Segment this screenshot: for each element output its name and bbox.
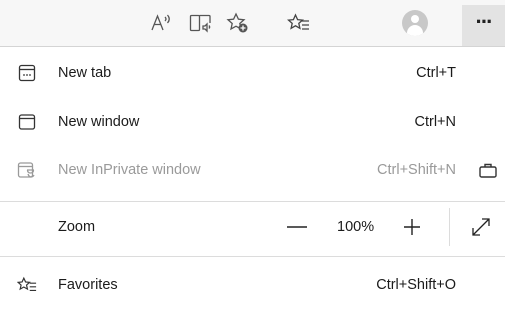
zoom-label: Zoom (58, 219, 96, 235)
menu-item-new-window[interactable]: New window Ctrl+N (0, 102, 505, 142)
immersive-reader-icon (189, 14, 211, 33)
favorites-button[interactable] (281, 5, 317, 41)
add-to-favorites-icon (226, 12, 248, 33)
browser-toolbar: ··· (0, 0, 505, 47)
new-window-icon (17, 112, 37, 132)
settings-menu: New tab Ctrl+T New window Ctrl+N New InP… (0, 47, 505, 309)
favorites-icon (17, 275, 37, 295)
zoom-separator (449, 208, 450, 246)
plus-icon (404, 219, 420, 235)
new-inprivate-window-shortcut: Ctrl+Shift+N (377, 162, 456, 178)
zoom-out-button[interactable] (279, 215, 315, 239)
read-aloud-button[interactable] (144, 5, 180, 41)
new-tab-shortcut: Ctrl+T (416, 65, 456, 81)
profile-button[interactable] (397, 5, 433, 41)
menu-item-new-inprivate-window[interactable]: New InPrivate window Ctrl+Shift+N (0, 150, 505, 190)
menu-divider (0, 201, 505, 202)
menu-divider (0, 256, 505, 257)
immersive-reader-button[interactable] (183, 5, 219, 41)
settings-and-more-button[interactable]: ··· (462, 5, 505, 46)
menu-item-zoom: Zoom 100% (0, 207, 505, 247)
add-to-favorites-button[interactable] (220, 5, 256, 41)
menu-item-new-tab[interactable]: New tab Ctrl+T (0, 53, 505, 93)
new-tab-icon (17, 63, 37, 83)
zoom-value: 100% (337, 219, 375, 235)
avatar (402, 10, 428, 36)
read-aloud-icon (151, 14, 170, 31)
new-tab-label: New tab (58, 65, 112, 81)
menu-item-favorites[interactable]: Favorites Ctrl+Shift+O (0, 265, 505, 305)
new-inprivate-window-label: New InPrivate window (58, 162, 201, 178)
zoom-in-button[interactable] (397, 215, 427, 239)
inprivate-icon (17, 160, 37, 180)
fullscreen-button[interactable] (468, 215, 494, 239)
fullscreen-icon (472, 218, 490, 236)
new-window-shortcut: Ctrl+N (414, 114, 457, 130)
minus-icon (287, 226, 307, 228)
favorites-icon (287, 13, 309, 30)
ellipsis-icon: ··· (475, 8, 494, 34)
favorites-shortcut: Ctrl+Shift+O (376, 277, 456, 293)
favorites-label: Favorites (58, 277, 118, 293)
new-window-label: New window (58, 114, 140, 130)
briefcase-icon (478, 160, 498, 180)
